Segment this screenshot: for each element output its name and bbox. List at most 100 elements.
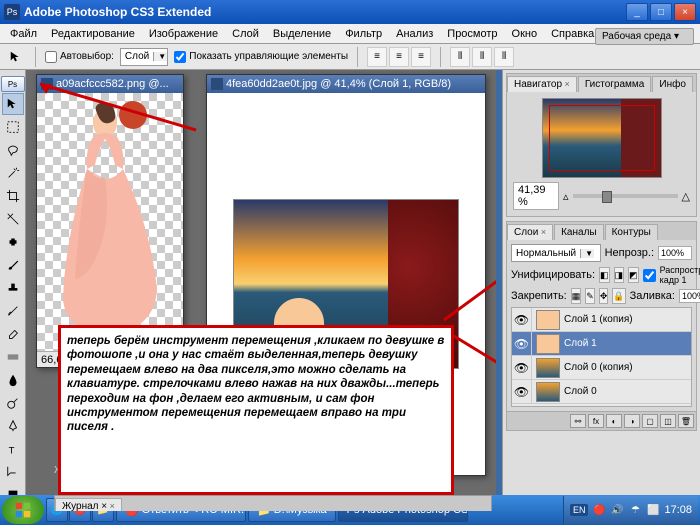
layer-list: 👁Слой 1 (копия) 👁Слой 1 👁Слой 0 (копия) … [511,307,692,407]
document-window-1[interactable]: a09acfccc582.png @... 66,6... [36,74,184,368]
distribute-icon[interactable]: ⫴ [450,47,470,67]
showcontrols-label: Показать управляющие элементы [189,51,348,62]
lock-icon[interactable]: ✎ [585,288,595,304]
tab-paths[interactable]: Контуры [605,224,658,240]
adjust-icon[interactable]: ◑ [624,414,640,428]
layer-row[interactable]: 👁Слой 0 [512,380,691,404]
close-button[interactable]: × [674,3,696,21]
menu-window[interactable]: Окно [506,26,544,42]
layer-row[interactable]: 👁Слой 1 (копия) [512,308,691,332]
lock-label: Закрепить: [511,290,567,302]
doc-icon [41,78,53,90]
history-brush-tool[interactable] [2,300,24,322]
tray-icon[interactable]: ⬜ [646,503,660,517]
visibility-icon[interactable]: 👁 [512,308,532,331]
tab-navigator[interactable]: Навигатор [507,76,577,92]
clock[interactable]: 17:08 [664,504,692,516]
layer-row[interactable]: 👁Слой 0 (копия) [512,356,691,380]
heal-tool[interactable] [2,231,24,253]
navigator-thumb[interactable] [542,98,662,178]
move-tool-icon[interactable] [6,47,26,67]
visibility-icon[interactable]: 👁 [512,332,532,355]
distribute-icon[interactable]: ⫴ [472,47,492,67]
tab-layers[interactable]: Слои [507,224,553,240]
doc-icon [211,78,223,90]
visibility-icon[interactable]: 👁 [512,356,532,379]
tab-channels[interactable]: Каналы [554,224,604,240]
tray-icon[interactable]: ☂ [628,503,642,517]
tab-info[interactable]: Инфо [652,76,693,92]
visibility-icon[interactable]: 👁 [512,380,532,403]
unify-icon[interactable]: ◩ [628,267,639,283]
mask-icon[interactable]: ◐ [606,414,622,428]
zoom-out-icon[interactable]: ▵ [563,190,569,203]
align-icon[interactable]: ≡ [367,47,387,67]
autoselect-label: Автовыбор: [60,51,114,62]
blur-tool[interactable] [2,369,24,391]
tray-icon[interactable]: 🔊 [610,503,624,517]
menu-image[interactable]: Изображение [143,26,224,42]
workspace-button[interactable]: Рабочая среда ▾ [595,28,694,45]
lasso-tool[interactable] [2,139,24,161]
nav-zoom-value[interactable]: 41,39 % [513,182,559,210]
zoom-in-icon[interactable]: △ [682,190,690,203]
wand-tool[interactable] [2,162,24,184]
move-tool[interactable] [2,93,24,115]
doc1-title: a09acfccc582.png @... [56,78,179,90]
system-tray: EN 🔴 🔊 ☂ ⬜ 17:08 [563,496,698,524]
animation-panel[interactable]: Журнал × 0 сек. Всегда◄◄◄▶►►► [54,495,492,511]
trash-icon[interactable]: 🗑 [678,414,694,428]
new-layer-icon[interactable]: ◫ [660,414,676,428]
menu-edit[interactable]: Редактирование [45,26,141,42]
autoselect-combo[interactable]: Слой▼ [120,48,168,66]
unify-icon[interactable]: ◨ [614,267,625,283]
tab-histogram[interactable]: Гистограмма [578,76,652,92]
crop-tool[interactable] [2,185,24,207]
pen-tool[interactable] [2,415,24,437]
image-woman-dress[interactable] [55,99,165,339]
autoselect-checkbox[interactable] [45,51,57,63]
link-icon[interactable]: ⚯ [570,414,586,428]
distribute-icon[interactable]: ⫴ [494,47,514,67]
menu-select[interactable]: Выделение [267,26,337,42]
layer-row[interactable]: 👁Слой 1 [512,332,691,356]
menu-help[interactable]: Справка [545,26,600,42]
layers-panel: Слои Каналы Контуры Нормальный▼ Непрозр.… [506,221,697,431]
lock-icon[interactable]: ✥ [599,288,609,304]
showcontrols-checkbox[interactable] [174,51,186,63]
menu-layer[interactable]: Слой [226,26,265,42]
marquee-tool[interactable] [2,116,24,138]
path-tool[interactable] [2,461,24,483]
align-icon[interactable]: ≡ [411,47,431,67]
align-icon[interactable]: ≡ [389,47,409,67]
toolbox: Ps T [0,70,26,511]
lock-icon[interactable]: ▦ [571,288,582,304]
maximize-button[interactable]: □ [650,3,672,21]
stamp-tool[interactable] [2,277,24,299]
fill-value[interactable]: 100% [679,289,700,303]
minimize-button[interactable]: _ [626,3,648,21]
opacity-value[interactable]: 100% [658,246,692,260]
tray-icon[interactable]: 🔴 [592,503,606,517]
menu-file[interactable]: Файл [4,26,43,42]
lock-icon[interactable]: 🔒 [612,288,625,304]
propagate-checkbox[interactable] [643,269,656,282]
folder-icon[interactable]: ▢ [642,414,658,428]
gradient-tool[interactable] [2,346,24,368]
unify-icon[interactable]: ◧ [599,267,610,283]
eraser-tool[interactable] [2,323,24,345]
nav-zoom-slider[interactable] [573,194,678,198]
menu-view[interactable]: Просмотр [441,26,503,42]
dodge-tool[interactable] [2,392,24,414]
menu-filter[interactable]: Фильтр [339,26,388,42]
menu-analysis[interactable]: Анализ [390,26,439,42]
brush-tool[interactable] [2,254,24,276]
type-tool[interactable]: T [2,438,24,460]
fx-icon[interactable]: fx [588,414,604,428]
lang-indicator[interactable]: EN [570,504,589,516]
blend-mode-combo[interactable]: Нормальный▼ [511,244,601,262]
slice-tool[interactable] [2,208,24,230]
tab-history[interactable]: Журнал × [55,498,122,511]
ps-toggle[interactable]: Ps [1,76,25,92]
start-button[interactable] [2,496,44,524]
